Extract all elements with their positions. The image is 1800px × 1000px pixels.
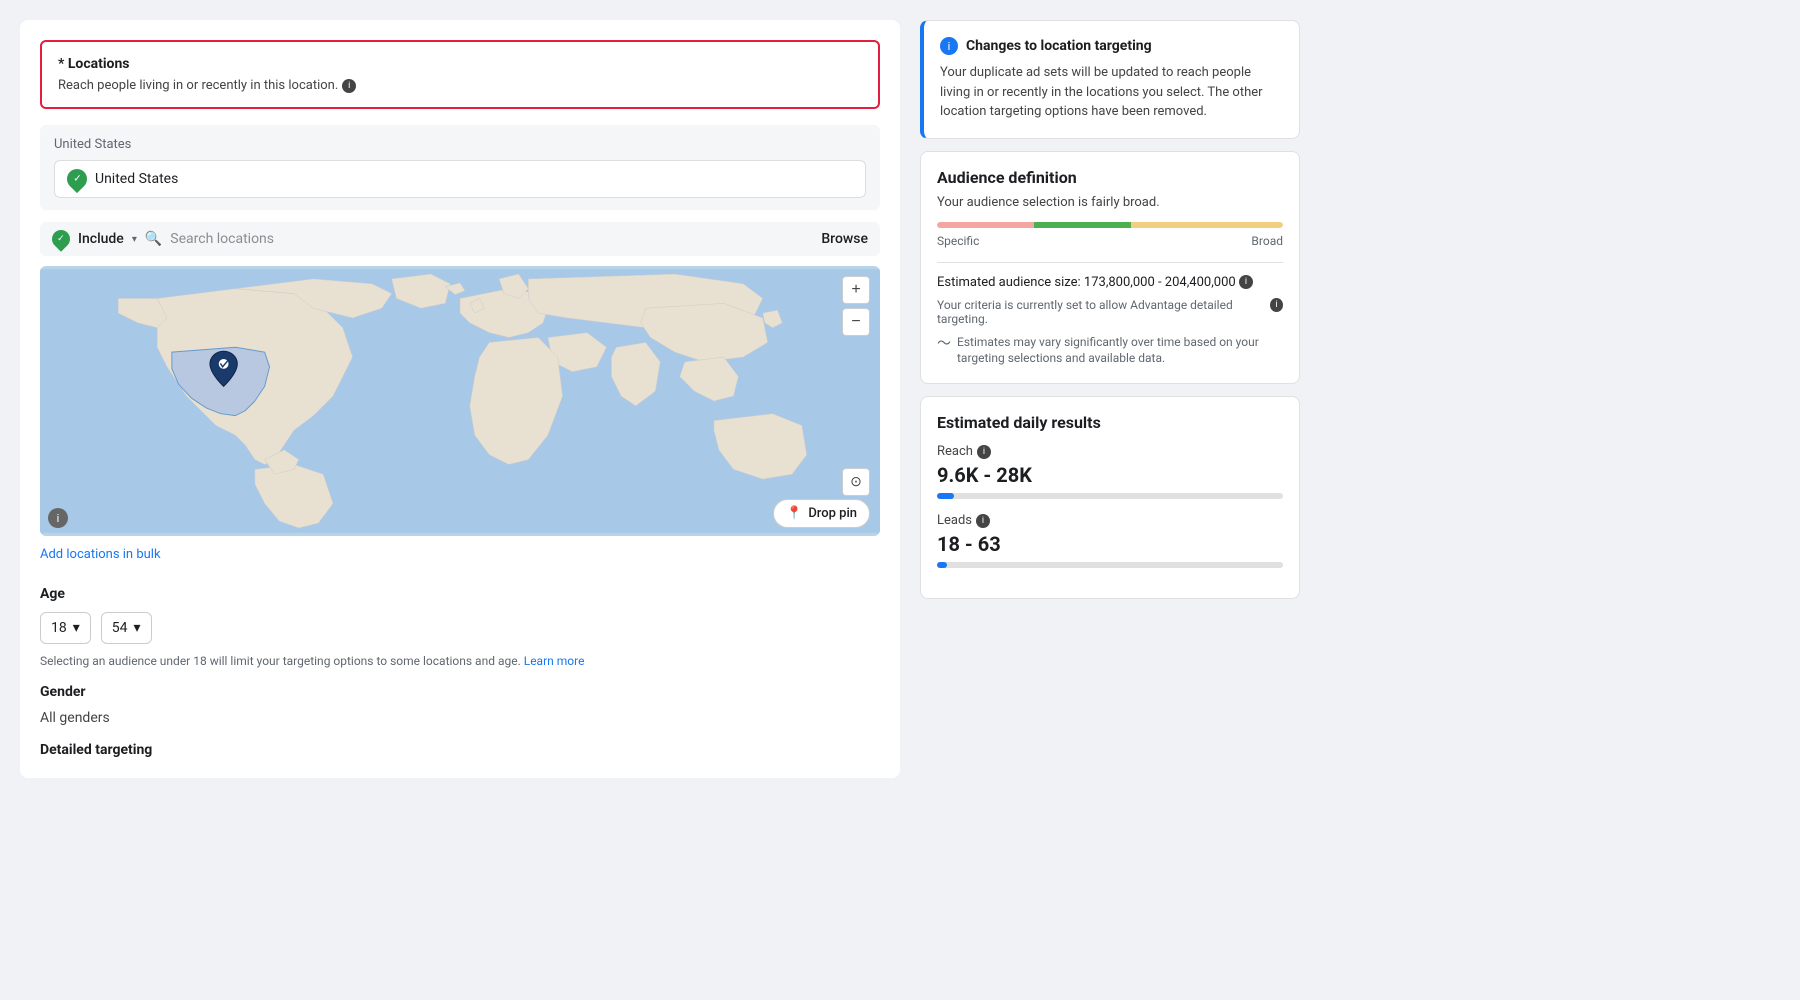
age-from-value: 18: [51, 620, 67, 636]
age-from-chevron: ▾: [73, 620, 80, 636]
audience-definition-subtitle: Your audience selection is fairly broad.: [937, 195, 1283, 210]
leads-label: Leads i: [937, 513, 1283, 528]
leads-info-icon[interactable]: i: [976, 514, 990, 528]
changes-body: Your duplicate ad sets will be updated t…: [940, 63, 1283, 122]
leads-bar-fill: [937, 562, 947, 568]
age-label: Age: [40, 586, 880, 602]
side-panel: i Changes to location targeting Your dup…: [920, 20, 1300, 778]
age-section: Age 18 ▾ 54 ▾ Selecting an audience unde…: [40, 586, 880, 668]
drop-pin-icon: 📍: [786, 506, 802, 521]
advantage-info-icon[interactable]: i: [1270, 298, 1283, 312]
locations-info-icon[interactable]: i: [342, 79, 356, 93]
locations-title: * Locations: [58, 56, 862, 72]
audience-bar-specific: [937, 222, 1034, 228]
locations-section: * Locations Reach people living in or re…: [40, 40, 880, 109]
country-tag-text: United States: [95, 171, 178, 187]
age-to-select[interactable]: 54 ▾: [101, 612, 152, 644]
reach-value: 9.6K - 28K: [937, 463, 1283, 487]
browse-button[interactable]: Browse: [821, 231, 868, 247]
drop-pin-label: Drop pin: [808, 506, 857, 521]
age-to-value: 54: [112, 620, 128, 636]
audience-bar-middle: [1034, 222, 1131, 228]
country-pin-icon: [63, 165, 91, 193]
map-zoom-in-button[interactable]: +: [842, 276, 870, 304]
add-locations-bulk-link[interactable]: Add locations in bulk: [40, 547, 161, 562]
age-to-chevron: ▾: [134, 620, 141, 636]
age-note: Selecting an audience under 18 will limi…: [40, 654, 880, 668]
leads-bar-bg: [937, 562, 1283, 568]
changes-info-icon: i: [940, 37, 958, 55]
country-area: United States United States: [40, 125, 880, 210]
estimates-note: 〜 Estimates may vary significantly over …: [937, 334, 1283, 368]
audience-definition-title: Audience definition: [937, 168, 1283, 187]
locations-subtitle: Reach people living in or recently in th…: [58, 78, 862, 93]
specific-label: Specific: [937, 234, 979, 248]
search-locations-input[interactable]: Search locations: [170, 231, 813, 247]
reach-info-icon[interactable]: i: [977, 445, 991, 459]
broad-label: Broad: [1251, 234, 1283, 248]
results-title: Estimated daily results: [937, 413, 1283, 432]
map-controls: + −: [842, 276, 870, 336]
map-info-button[interactable]: i: [48, 508, 68, 528]
map-compass-button[interactable]: ⊙: [842, 468, 870, 496]
detailed-targeting-label: Detailed targeting: [40, 742, 880, 758]
drop-pin-button[interactable]: 📍 Drop pin: [773, 499, 870, 528]
changes-header: i Changes to location targeting: [940, 37, 1283, 55]
learn-more-link[interactable]: Learn more: [524, 654, 585, 668]
audience-bar: [937, 222, 1283, 228]
include-bar: Include ▾ 🔍 Search locations Browse: [40, 222, 880, 256]
gender-value: All genders: [40, 710, 880, 726]
changes-card: i Changes to location targeting Your dup…: [920, 20, 1300, 139]
divider-1: [937, 262, 1283, 263]
audience-definition-card: Audience definition Your audience select…: [920, 151, 1300, 385]
country-tag[interactable]: United States: [54, 160, 866, 198]
leads-value: 18 - 63: [937, 532, 1283, 556]
include-chevron-icon[interactable]: ▾: [132, 234, 137, 245]
include-pin-icon: [48, 226, 73, 251]
compass-icon: ⊙: [850, 474, 862, 490]
audience-size-info-icon[interactable]: i: [1239, 275, 1253, 289]
advantage-note: Your criteria is currently set to allow …: [937, 298, 1283, 326]
reach-bar-bg: [937, 493, 1283, 499]
include-label: Include: [78, 231, 124, 247]
age-row: 18 ▾ 54 ▾: [40, 612, 880, 644]
map-svg: [40, 266, 880, 536]
reach-label: Reach i: [937, 444, 1283, 459]
map-zoom-out-button[interactable]: −: [842, 308, 870, 336]
search-icon: 🔍: [145, 231, 162, 247]
audience-size: Estimated audience size: 173,800,000 - 2…: [937, 275, 1283, 290]
map-info-icon: i: [57, 512, 60, 525]
zoom-out-icon: −: [851, 313, 860, 331]
gender-label: Gender: [40, 684, 880, 700]
audience-range-labels: Specific Broad: [937, 234, 1283, 248]
gender-section: Gender All genders: [40, 684, 880, 726]
reach-bar-fill: [937, 493, 954, 499]
daily-results-card: Estimated daily results Reach i 9.6K - 2…: [920, 396, 1300, 599]
zoom-in-icon: +: [851, 281, 860, 299]
audience-bar-broad: [1131, 222, 1283, 228]
country-label: United States: [54, 137, 866, 152]
map-container[interactable]: + − ⊙ 📍 Drop pin i: [40, 266, 880, 536]
detailed-targeting-section: Detailed targeting: [40, 742, 880, 758]
changes-title: Changes to location targeting: [966, 38, 1152, 54]
trend-icon: 〜: [937, 335, 951, 355]
age-from-select[interactable]: 18 ▾: [40, 612, 91, 644]
